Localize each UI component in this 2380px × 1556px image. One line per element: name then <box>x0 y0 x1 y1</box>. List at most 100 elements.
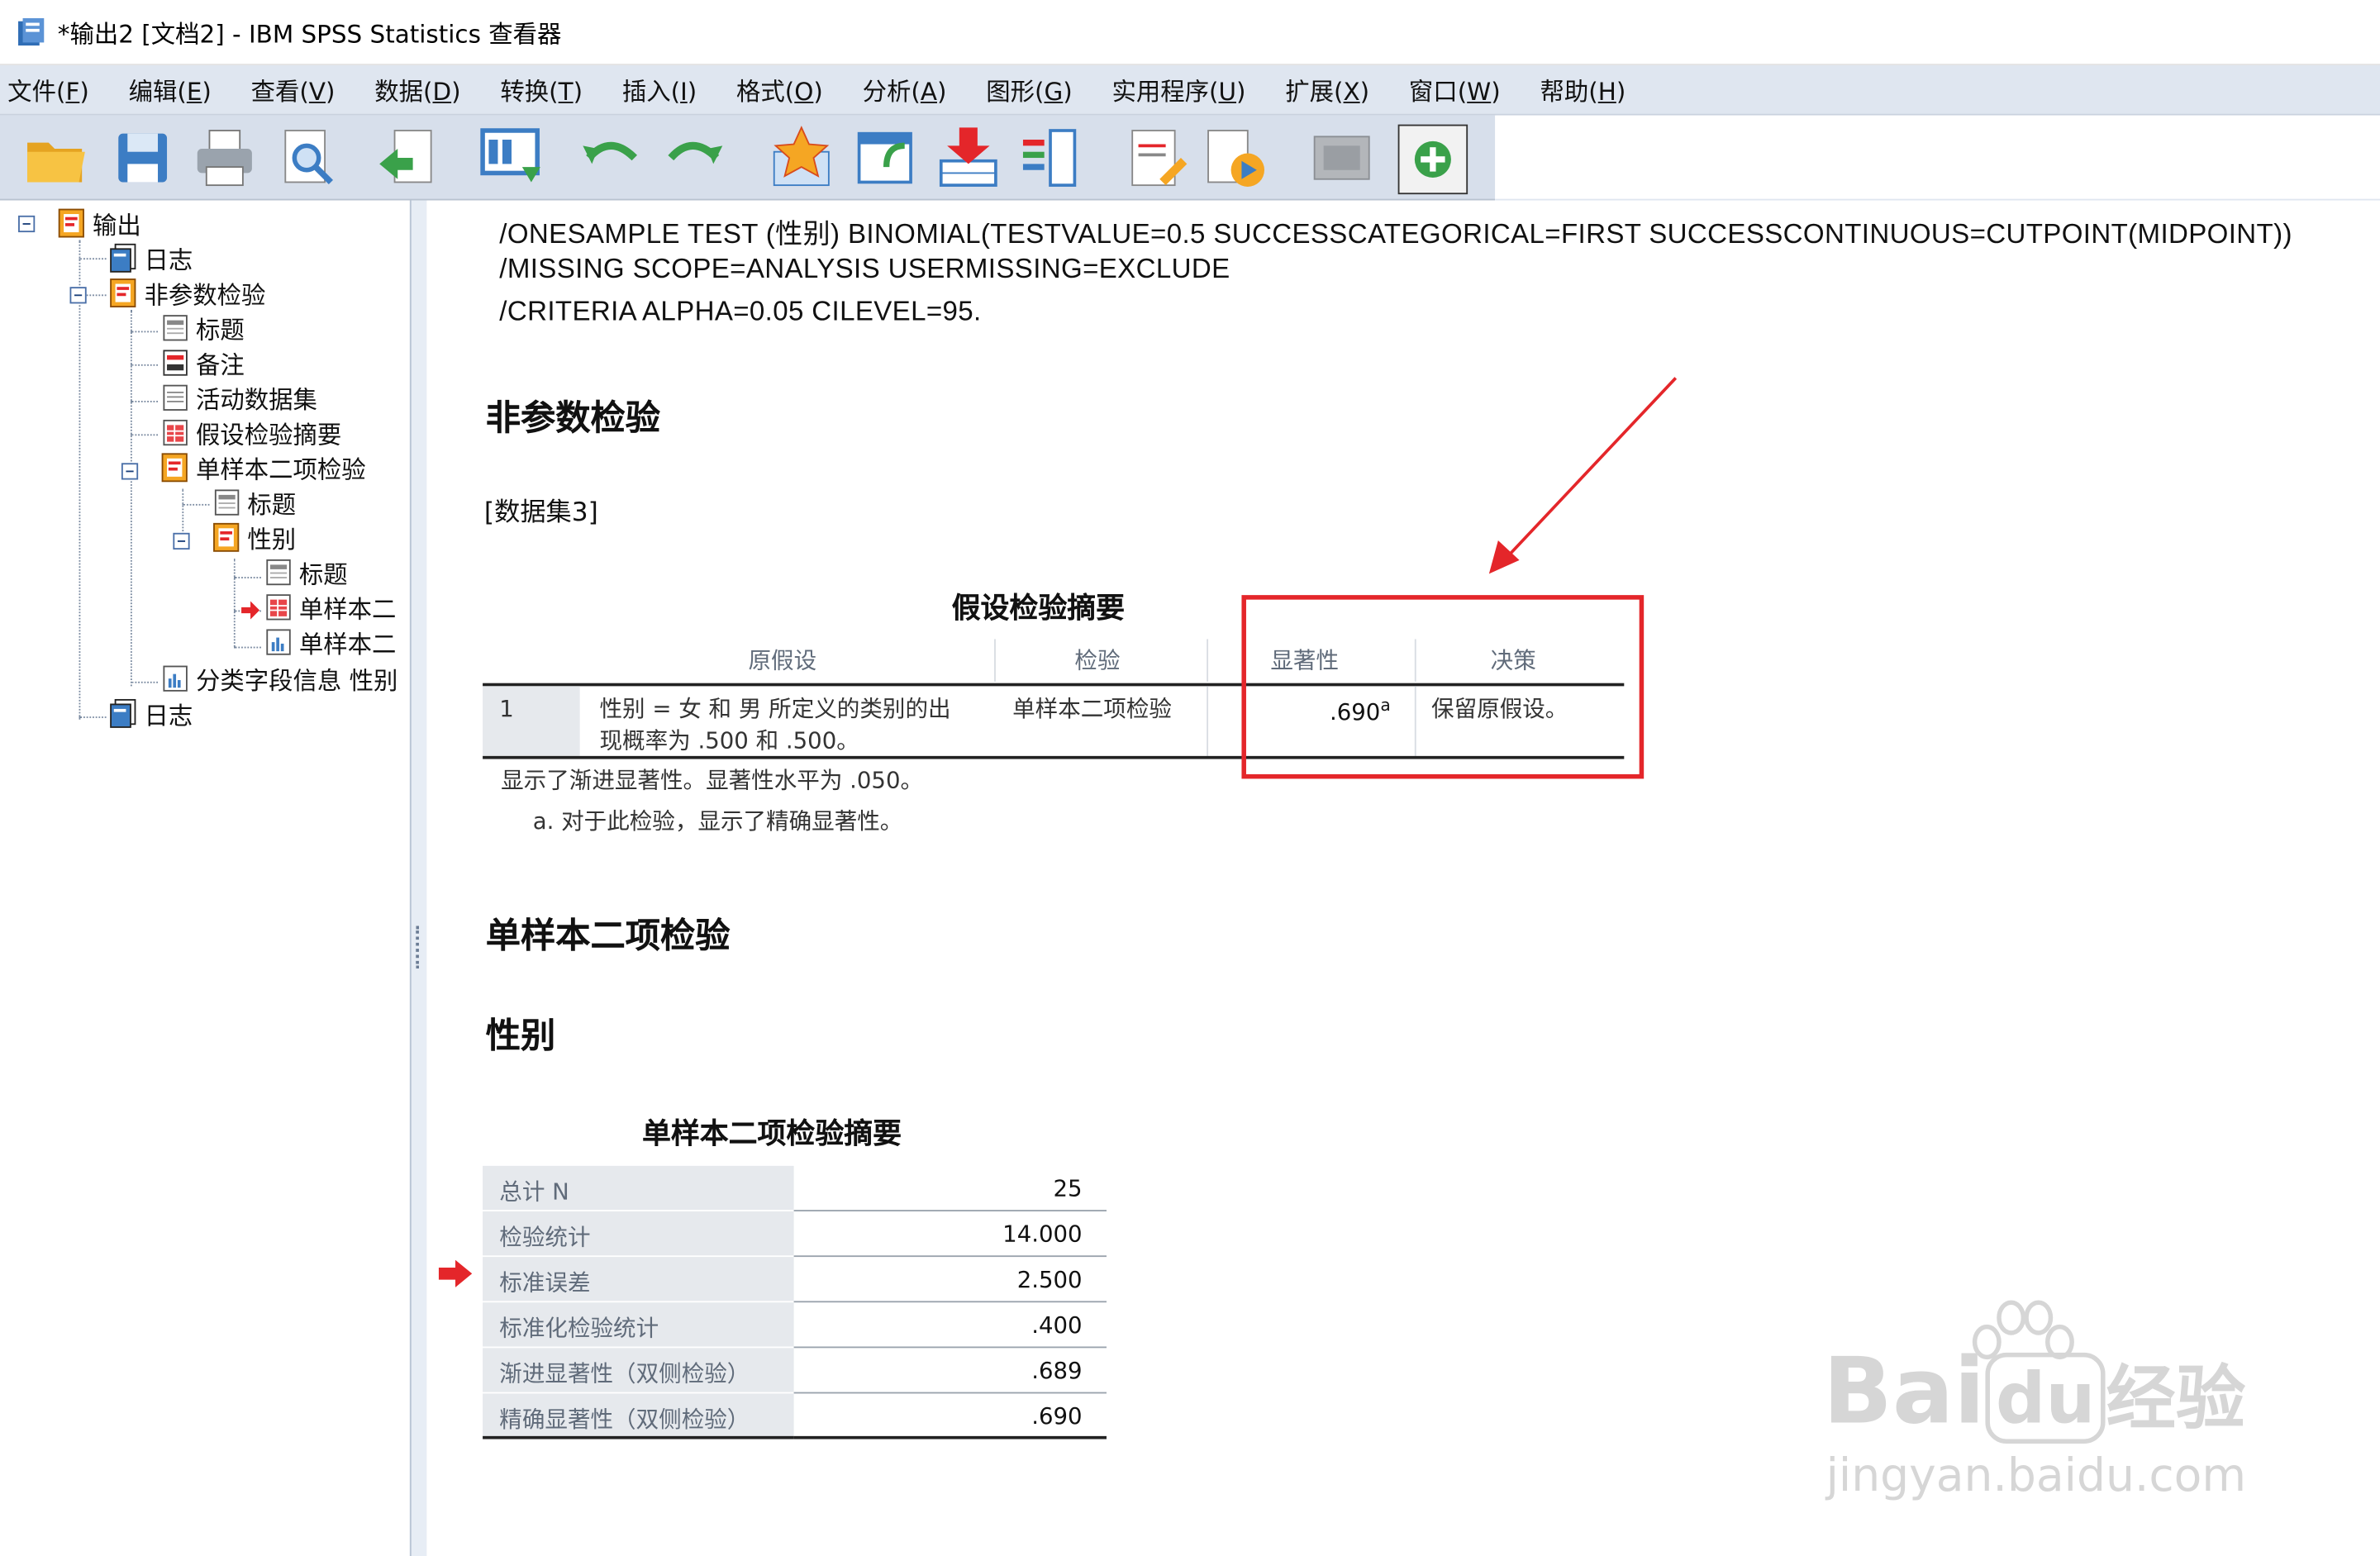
paw-logo-icon <box>1972 1300 2074 1360</box>
output-book-icon <box>107 278 138 308</box>
outline-node-label: 日志 <box>144 245 193 275</box>
menu-item[interactable]: 转换(T) <box>488 71 595 107</box>
row-label: 精确显著性（双侧检验） <box>499 1406 750 1434</box>
recall-dialog-icon[interactable] <box>853 125 920 192</box>
outline-node[interactable]: 活动数据集 <box>159 381 317 415</box>
hypothesis-table-title: 假设检验摘要 <box>951 593 1126 626</box>
outline-node[interactable]: 输出 <box>56 207 141 240</box>
designate-window-icon[interactable] <box>1397 124 1468 195</box>
row-value: 25 <box>1053 1174 1083 1202</box>
log-icon <box>107 698 138 729</box>
collapse-toggle-gender[interactable] <box>173 532 190 550</box>
annotation-arrow-icon <box>1488 377 1678 574</box>
redo-icon[interactable] <box>662 125 729 192</box>
window-title: *输出2 [文档2] - IBM SPSS Statistics 查看器 <box>57 19 562 49</box>
table-icon <box>263 592 293 622</box>
spss-app-icon <box>18 18 45 46</box>
table-row: 渐进显著性（双侧检验） .689 <box>483 1348 1107 1394</box>
outline-node[interactable]: 假设检验摘要 <box>159 416 342 450</box>
outline-node-label: 备注 <box>195 350 245 380</box>
notes-icon <box>159 348 190 378</box>
row-label: 标准误差 <box>499 1268 591 1297</box>
row-label: 总计 N <box>499 1178 569 1206</box>
table-row: 标准化检验统计 .400 <box>483 1302 1107 1349</box>
outline-node-label: 单样本二 <box>298 595 397 625</box>
row-value: .689 <box>1031 1357 1083 1385</box>
outline-node-label: 非参数检验 <box>144 280 266 310</box>
binomial-table-title: 单样本二项检验摘要 <box>641 1118 902 1151</box>
open-icon[interactable] <box>21 125 88 192</box>
syntax-line: /MISSING SCOPE=ANALYSIS USERMISSING=EXCL… <box>499 253 1230 284</box>
menu-item[interactable]: 实用程序(U) <box>1100 71 1258 107</box>
outline-node-label: 标题 <box>247 490 297 520</box>
title-icon <box>211 488 241 518</box>
run-script-icon[interactable] <box>1202 125 1269 192</box>
menu-item[interactable]: 文件(F) <box>0 71 102 107</box>
row-label: 渐进显著性（双侧检验） <box>499 1360 750 1388</box>
footnote: a. 对于此检验，显示了精确显著性。 <box>532 807 903 835</box>
outline-node[interactable]: 分类字段信息 性别 <box>159 662 398 695</box>
heading-nonparam: 非参数检验 <box>485 399 660 438</box>
collapse-toggle-binomial[interactable] <box>121 463 139 480</box>
outline-node[interactable]: 标题 <box>263 555 348 589</box>
outline-node[interactable]: 日志 <box>107 697 193 730</box>
print-icon[interactable] <box>191 125 258 192</box>
outline-node[interactable]: 性别 <box>211 521 296 554</box>
go-to-data-icon[interactable] <box>477 125 544 192</box>
table-row: 标准误差 2.500 <box>483 1257 1107 1303</box>
outline-node-label: 活动数据集 <box>195 385 317 415</box>
row-value: 14.000 <box>1002 1221 1083 1249</box>
col-header-null: 原假设 <box>748 646 817 674</box>
selection-arrow-icon <box>438 1259 473 1287</box>
outline-node-label: 单样本二项检验 <box>195 455 366 485</box>
menu-item[interactable]: 查看(V) <box>239 71 347 107</box>
variables-icon[interactable] <box>1017 125 1084 192</box>
row-index: 1 <box>499 695 514 723</box>
toolbar <box>0 115 1496 201</box>
table-icon <box>159 417 190 448</box>
outline-node[interactable]: 标题 <box>159 312 245 345</box>
collapse-toggle-nonparam[interactable] <box>69 287 87 304</box>
outline-node[interactable]: 单样本二项检验 <box>159 451 366 484</box>
syntax-line: /CRITERIA ALPHA=0.05 CILEVEL=95. <box>499 296 982 326</box>
outline-node-label: 假设检验摘要 <box>195 420 342 450</box>
menu-item[interactable]: 数据(D) <box>363 71 474 107</box>
outline-node[interactable]: 日志 <box>107 241 193 275</box>
chart-icon <box>159 664 190 694</box>
output-book-icon <box>159 452 190 483</box>
outline-node[interactable]: 备注 <box>159 346 245 379</box>
dataset-icon <box>159 383 190 413</box>
save-icon[interactable] <box>109 125 176 192</box>
heading-gender: 性别 <box>485 1016 556 1055</box>
print-preview-icon[interactable] <box>274 125 340 192</box>
outline-node-label: 日志 <box>144 701 193 730</box>
hide-icon[interactable] <box>1308 125 1375 192</box>
outline-node-label: 性别 <box>247 525 297 554</box>
menu-item[interactable]: 帮助(H) <box>1528 71 1638 107</box>
outline-node-label: 输出 <box>93 211 141 240</box>
undo-icon[interactable] <box>577 125 644 192</box>
menu-item[interactable]: 插入(I) <box>610 71 709 107</box>
menu-item[interactable]: 扩展(X) <box>1273 71 1382 107</box>
edit-syntax-icon[interactable] <box>1123 125 1190 192</box>
favorites-icon[interactable] <box>768 125 835 192</box>
outline-node[interactable]: 单样本二 <box>263 626 396 659</box>
menu-item[interactable]: 图形(G) <box>974 71 1085 107</box>
collapse-toggle-output[interactable] <box>18 215 36 233</box>
outline-node[interactable]: 单样本二 <box>241 591 397 625</box>
export-icon[interactable] <box>374 125 440 192</box>
menu-item[interactable]: 分析(A) <box>850 71 959 107</box>
outline-node[interactable]: 非参数检验 <box>107 276 266 310</box>
col-header-test: 检验 <box>1074 646 1121 674</box>
dataset-label: [数据集3] <box>483 497 598 529</box>
row-value: 2.500 <box>1016 1266 1083 1294</box>
table-row: 检验统计 14.000 <box>483 1211 1107 1258</box>
menu-item[interactable]: 编辑(E) <box>117 71 224 107</box>
go-to-case-icon[interactable] <box>935 125 1002 192</box>
menu-item[interactable]: 窗口(W) <box>1397 71 1512 107</box>
outline-node[interactable]: 标题 <box>211 486 296 519</box>
row-value: .400 <box>1031 1311 1083 1339</box>
null-hypothesis-text: 性别 = 女 和 男 所定义的类别的出 <box>599 695 951 723</box>
outline-node-label: 分类字段信息 性别 <box>195 666 398 696</box>
menu-item[interactable]: 格式(O) <box>724 71 835 107</box>
